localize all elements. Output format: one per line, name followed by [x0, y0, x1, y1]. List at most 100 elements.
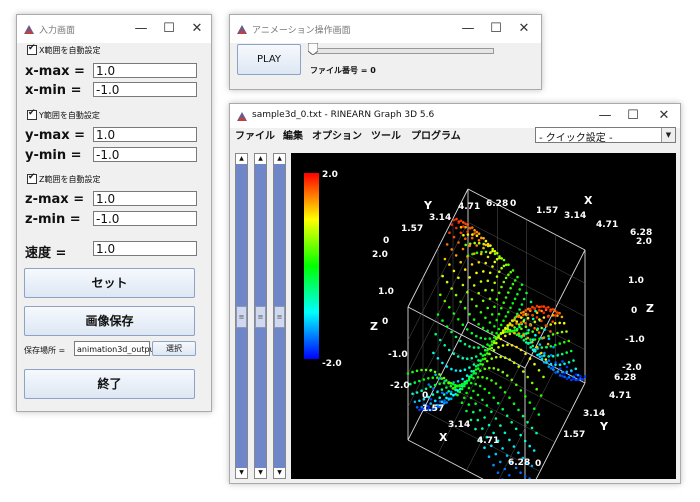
- close-button[interactable]: ✕: [514, 19, 534, 39]
- surface-point: [432, 387, 435, 390]
- save-image-button[interactable]: 画像保存: [24, 306, 195, 336]
- surface-point: [556, 331, 559, 335]
- rotation-slider-2[interactable]: ▲ ≡ ▼: [254, 153, 267, 479]
- maximize-button[interactable]: ☐: [623, 106, 643, 126]
- surface-point: [500, 306, 503, 310]
- surface-point: [418, 399, 421, 403]
- surface-point: [538, 343, 542, 346]
- minimize-button[interactable]: —: [131, 19, 151, 39]
- close-button[interactable]: ✕: [654, 106, 674, 126]
- rotation-slider-3[interactable]: ▲ ≡ ▼: [273, 153, 286, 479]
- select-button[interactable]: 選択: [152, 341, 196, 356]
- surface-point: [495, 251, 499, 255]
- surface-point: [519, 471, 522, 475]
- ymax-input[interactable]: 1.0: [93, 127, 197, 142]
- arrow-up-icon[interactable]: ▲: [274, 154, 285, 164]
- surface-point: [526, 420, 529, 424]
- surface-point: [484, 337, 487, 341]
- save-location-input[interactable]: animation3d_output: [74, 341, 158, 356]
- y-axis-label-top: Y: [423, 199, 433, 212]
- surface-point: [476, 376, 480, 379]
- surface-point: [455, 217, 458, 221]
- surface-point: [540, 346, 544, 349]
- arrow-down-icon[interactable]: ▼: [274, 468, 285, 478]
- menu-program[interactable]: プログラム: [411, 127, 461, 142]
- graph-3d-canvas[interactable]: 2.0 -2.0 0 1.57 3.14 4.71 6.28 Y 0 1.57 3.14 4.71…: [291, 153, 676, 479]
- chevron-down-icon[interactable]: ▼: [661, 128, 675, 142]
- set-button[interactable]: セット: [24, 268, 195, 298]
- surface-point: [443, 257, 447, 261]
- slider-thumb[interactable]: ≡: [274, 306, 285, 328]
- slider-thumb[interactable]: ≡: [255, 306, 266, 328]
- surface-point: [497, 291, 501, 295]
- surface-point: [519, 389, 523, 392]
- animation-window-title: アニメーション操作画面: [252, 26, 351, 36]
- maximize-button[interactable]: ☐: [486, 19, 506, 39]
- arrow-down-icon[interactable]: ▼: [236, 468, 247, 478]
- surface-point: [504, 330, 507, 334]
- surface-point: [525, 291, 528, 295]
- surface-point: [445, 386, 448, 389]
- surface-point: [528, 477, 531, 479]
- arrow-down-icon[interactable]: ▼: [255, 468, 266, 478]
- file-slider-thumb[interactable]: [308, 43, 318, 55]
- surface-point: [544, 324, 548, 327]
- play-button[interactable]: PLAY: [237, 44, 301, 75]
- xmax-input[interactable]: 1.0: [93, 63, 197, 78]
- surface-point: [516, 275, 519, 279]
- surface-point: [528, 357, 532, 360]
- y-auto-label: Y範囲を自動設定: [39, 111, 100, 120]
- menu-tools[interactable]: ツール: [371, 127, 401, 142]
- input-window-titlebar[interactable]: 入力画面 — ☐ ✕: [17, 15, 211, 43]
- slider-thumb[interactable]: ≡: [236, 306, 247, 328]
- input-window-title: 入力画面: [39, 26, 76, 36]
- y-auto-checkbox[interactable]: [27, 108, 37, 120]
- menu-edit[interactable]: 編集: [283, 127, 303, 142]
- minimize-button[interactable]: —: [458, 19, 478, 39]
- surface-point: [493, 252, 497, 256]
- surface-point: [451, 387, 455, 390]
- exit-button[interactable]: 終了: [24, 369, 195, 399]
- surface-point: [551, 354, 555, 358]
- zmin-input[interactable]: -1.0: [93, 211, 197, 226]
- xmin-input[interactable]: -1.0: [93, 82, 197, 97]
- surface-point: [518, 325, 521, 329]
- menu-file[interactable]: ファイル: [235, 127, 275, 142]
- graph-window-titlebar[interactable]: sample3d_0.txt - RINEARN Graph 3D 5.6 — …: [230, 104, 680, 128]
- minimize-button[interactable]: —: [595, 106, 615, 126]
- file-slider-track[interactable]: [310, 48, 494, 54]
- surface-point: [475, 234, 479, 237]
- surface-point: [418, 379, 421, 383]
- maximize-button[interactable]: ☐: [159, 19, 179, 39]
- surface-point: [468, 312, 471, 316]
- speed-input[interactable]: 1.0: [93, 241, 197, 256]
- surface-point: [448, 231, 451, 234]
- arrow-up-icon[interactable]: ▲: [255, 154, 266, 164]
- close-button[interactable]: ✕: [187, 19, 207, 39]
- surface-point: [483, 387, 486, 391]
- surface-point: [531, 314, 534, 317]
- surface-point: [457, 276, 460, 280]
- surface-point: [508, 438, 511, 442]
- arrow-up-icon[interactable]: ▲: [236, 154, 247, 164]
- surface-point: [477, 322, 480, 326]
- z-auto-checkbox[interactable]: [27, 172, 37, 184]
- menu-options[interactable]: オプション: [312, 127, 362, 142]
- x-auto-checkbox[interactable]: [27, 43, 37, 55]
- surface-point: [477, 359, 480, 362]
- graph-3d-plot[interactable]: 2.0 -2.0 0 1.57 3.14 4.71 6.28 Y 0 1.57 3.14 4.71…: [291, 153, 676, 479]
- animation-window-titlebar[interactable]: アニメーション操作画面 — ☐ ✕: [230, 15, 541, 43]
- surface-point: [459, 231, 463, 235]
- surface-point: [513, 326, 516, 329]
- rotation-slider-1[interactable]: ▲ ≡ ▼: [235, 153, 248, 479]
- surface-point: [558, 367, 562, 370]
- surface-point: [485, 377, 489, 380]
- surface-point: [459, 339, 462, 343]
- ymin-input[interactable]: -1.0: [93, 147, 197, 162]
- zmax-input[interactable]: 1.0: [93, 191, 197, 206]
- surface-point: [450, 330, 453, 334]
- surface-point: [533, 320, 537, 324]
- quick-settings-dropdown[interactable]: - クイック設定 - ▼: [535, 127, 676, 144]
- surface-point: [522, 297, 526, 301]
- surface-point: [522, 313, 525, 317]
